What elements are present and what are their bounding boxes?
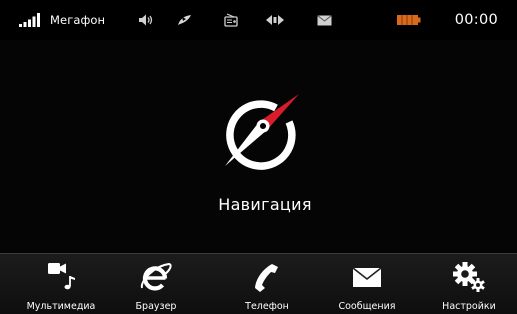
mail-icon[interactable] bbox=[317, 0, 332, 40]
dock-item-settings[interactable]: Настройки bbox=[427, 254, 511, 314]
dock-label-messages: Сообщения bbox=[338, 301, 396, 312]
navigation-app-button[interactable]: Навигация bbox=[190, 90, 330, 230]
battery-icon bbox=[397, 0, 421, 40]
multimedia-icon bbox=[48, 263, 75, 290]
navigation-label: Навигация bbox=[218, 195, 312, 214]
nav-arrows-icon[interactable] bbox=[266, 0, 284, 40]
dock-item-multimedia[interactable]: Мультимедиа bbox=[14, 254, 108, 314]
phone-icon bbox=[255, 264, 278, 292]
radio-icon[interactable] bbox=[224, 0, 238, 40]
status-bar: Мегафон 00:00 bbox=[0, 0, 517, 40]
dock-label-browser: Браузер bbox=[135, 301, 177, 312]
dock-label-phone: Телефон bbox=[245, 301, 289, 312]
operator-name: Мегафон bbox=[50, 13, 106, 27]
dial-icon[interactable] bbox=[177, 0, 193, 40]
main-area: Навигация bbox=[0, 40, 517, 253]
dock-item-messages[interactable]: Сообщения bbox=[325, 254, 409, 314]
dock: Мультимедиа Браузер Телефон Сообщения На… bbox=[0, 253, 517, 314]
compass-icon bbox=[225, 94, 299, 170]
dock-label-settings: Настройки bbox=[442, 301, 496, 312]
settings-icon bbox=[453, 262, 485, 292]
browser-icon bbox=[140, 262, 172, 291]
dock-item-browser[interactable]: Браузер bbox=[116, 254, 196, 314]
dock-label-multimedia: Мультимедиа bbox=[26, 301, 96, 312]
volume-icon[interactable] bbox=[139, 0, 153, 40]
dock-item-phone[interactable]: Телефон bbox=[223, 254, 311, 314]
messages-icon bbox=[352, 267, 382, 287]
home-screen: Мегафон 00:00 Навигация Мультимедиа Брау… bbox=[0, 0, 517, 314]
clock: 00:00 bbox=[454, 12, 498, 28]
signal-icon bbox=[19, 0, 45, 40]
